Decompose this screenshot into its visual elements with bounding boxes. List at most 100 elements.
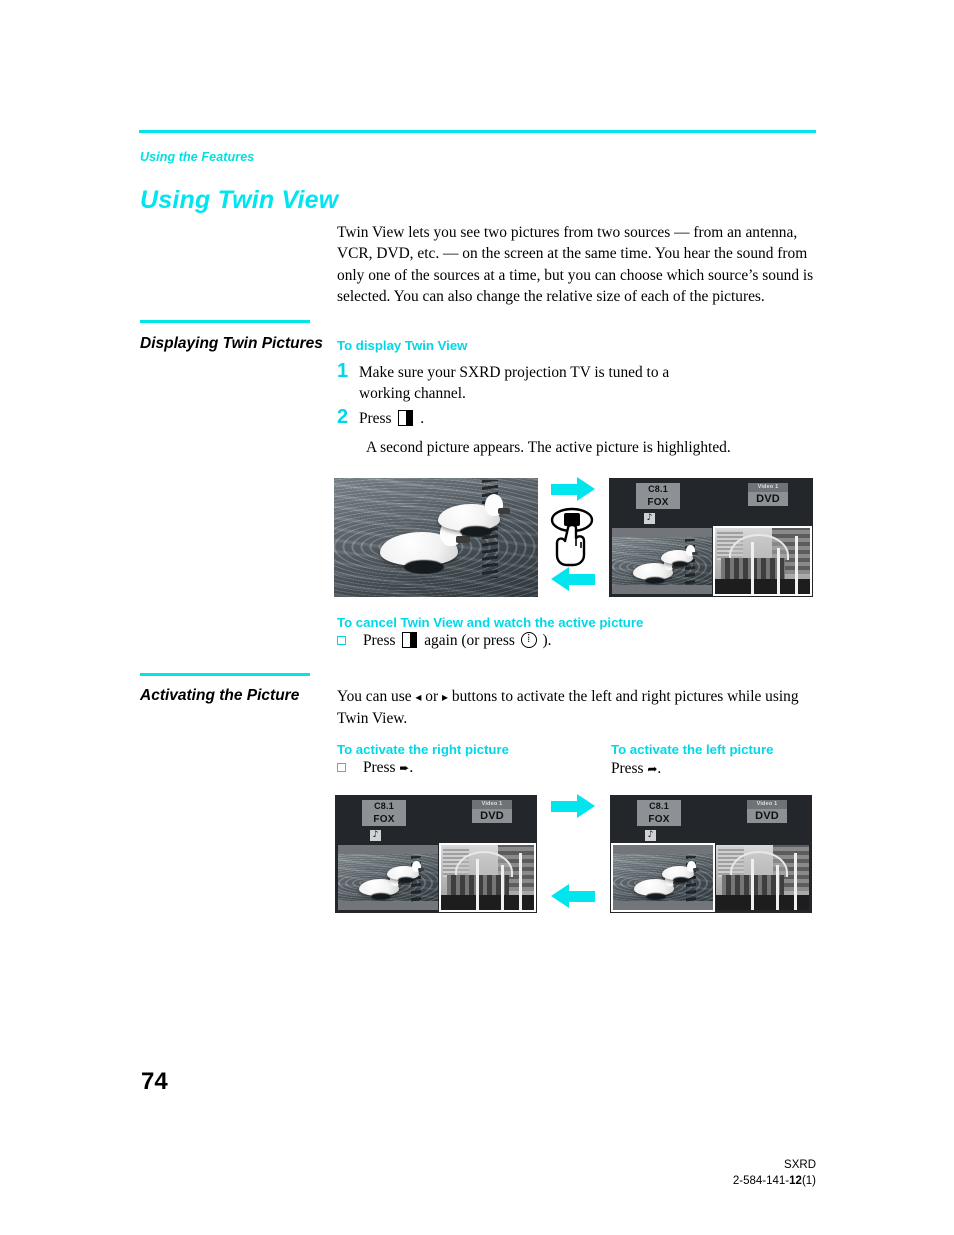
duck-back	[438, 494, 510, 537]
right-arrow-button-icon: ➨	[399, 761, 410, 775]
page-number: 74	[141, 1068, 168, 1095]
step-2-result-text: A second picture appears. The active pic…	[366, 439, 731, 456]
step-2-text-before: Press	[359, 410, 392, 427]
running-head: Using the Features	[140, 150, 255, 164]
tv2b-duck-back	[662, 861, 699, 883]
cancel-text-middle: again (or press	[424, 632, 515, 649]
osd2a-left-channel: C8.1	[362, 800, 406, 813]
tv-pane-right	[713, 526, 812, 596]
osd2a-right-source: DVD	[472, 809, 512, 823]
tv2b-post-2	[776, 865, 779, 910]
osd-left-network: FOX	[636, 496, 680, 509]
tv2a-pane-right	[439, 843, 536, 912]
step-2-number: 2	[337, 406, 349, 428]
footer-brand: SXRD	[784, 1159, 816, 1171]
osd2a-right-input-label: Video 1	[472, 800, 512, 809]
footer-model-info: SXRD 2-584-141-12(1)	[733, 1157, 816, 1189]
tv2a-post-3	[519, 853, 522, 910]
building-post-3	[795, 536, 798, 594]
activate-right-before: Press	[363, 759, 396, 776]
left-arrow-glyph: ◂	[415, 690, 422, 704]
step-2-text-after: .	[420, 410, 425, 427]
osd-left-audio-note-icon: ♪	[644, 513, 655, 524]
activating-intro-or: or	[425, 688, 439, 705]
tv2a-pane-left	[338, 845, 438, 910]
tv2b-duck-front	[634, 873, 680, 900]
tv-pane-left	[612, 528, 712, 594]
tv2a-duck-back	[387, 861, 424, 883]
twin-view-button-icon	[398, 410, 414, 426]
duck-front-shadow	[404, 560, 444, 574]
activate-right-text: Press ➨.	[363, 757, 413, 779]
osd-right-source: DVD	[748, 492, 788, 506]
footer-model-suffix: (1)	[801, 1175, 816, 1187]
tv2b-bottombar	[613, 901, 713, 910]
tv-screen-right-active: C8.1 FOX ♪ Video 1 DVD	[335, 795, 537, 913]
twin-view-button-icon-2	[402, 632, 418, 648]
page-title: Using Twin View	[140, 186, 339, 214]
tv2a-bottombar	[338, 901, 438, 910]
step-1-number: 1	[337, 360, 349, 382]
activate-left-after: .	[657, 760, 662, 777]
bullet-cancel-twin-view: Press again (or press ).	[337, 630, 787, 651]
osd2b-left-network: FOX	[637, 813, 681, 826]
duck-front-bill	[456, 536, 470, 543]
osd2b-right-source: DVD	[747, 809, 787, 823]
subhead-cancel-twin-view: To cancel Twin View and watch the active…	[337, 615, 644, 630]
duck-back-bill	[498, 508, 510, 514]
tv-screen-twin-view: C8.1 FOX ♪ Video 1 DVD	[609, 478, 813, 597]
osd-right-input-label: Video 1	[748, 483, 788, 492]
tv-pane-left-duck-front	[633, 557, 679, 584]
step-1-text: Make sure your SXRD projection TV is tun…	[359, 364, 670, 402]
tv2a-duck-front	[359, 873, 405, 900]
arrow-left-icon	[551, 567, 595, 591]
section-heading-displaying: Displaying Twin Pictures	[140, 335, 323, 352]
osd2b-left-channel: C8.1	[637, 800, 681, 813]
cancel-text-after: ).	[542, 632, 552, 649]
section-heading-activating: Activating the Picture	[140, 687, 300, 704]
subhead-activate-left-picture: To activate the left picture	[611, 742, 774, 757]
activate-left-before: Press	[611, 760, 644, 777]
right-arrow-glyph: ▸	[441, 690, 449, 704]
tv-pane-left-bottombar	[612, 585, 712, 594]
tv2b-post-1	[751, 859, 754, 910]
osd2a-left-network: FOX	[362, 813, 406, 826]
activating-intro-paragraph: You can use ◂ or ▸ buttons to activate t…	[337, 686, 819, 729]
osd2a-left-audio-note-icon: ♪	[370, 830, 381, 841]
section-rule-activating	[140, 673, 310, 676]
jump-button-icon	[520, 630, 537, 648]
cancel-text-before: Press	[363, 632, 396, 649]
tv2a-post-2	[501, 865, 504, 910]
arrow-left-icon-2	[551, 884, 595, 908]
tv-screen-left-active: C8.1 FOX ♪ Video 1 DVD	[610, 795, 812, 913]
step-2-text: Press .	[359, 408, 424, 429]
duck-back-shadow	[460, 526, 492, 537]
footer-model-number: 2-584-141-12(1)	[733, 1173, 816, 1189]
activating-intro-before: You can use	[337, 688, 412, 705]
subhead-to-display-twin-view: To display Twin View	[337, 338, 468, 353]
tv-pane-left-duck-back	[661, 545, 698, 567]
step-2: 2 Press .	[337, 406, 757, 429]
photo-single-picture	[334, 478, 538, 597]
tv2b-pane-right	[716, 845, 809, 910]
footer-model-prefix: 2-584-141-	[732, 1175, 790, 1187]
arrow-right-icon	[551, 477, 595, 501]
osd2b-right-input-label: Video 1	[747, 800, 787, 809]
activate-right-after: .	[409, 759, 414, 776]
tv2a-topbar	[338, 845, 438, 854]
tv2b-topbar	[613, 845, 713, 854]
manual-page: Using the Features Using Twin View Twin …	[0, 0, 954, 1235]
bullet-cancel-text: Press again (or press ).	[363, 630, 552, 651]
tv-pane-left-topbar	[612, 528, 712, 537]
tv2a-post-1	[476, 859, 479, 910]
osd-left-channel: C8.1	[636, 483, 680, 496]
subhead-activate-right-picture: To activate the right picture	[337, 742, 509, 757]
building-post-2	[777, 548, 780, 594]
intro-paragraph: Twin View lets you see two pictures from…	[337, 224, 814, 305]
building-post-1	[751, 542, 754, 594]
tv2b-post-3	[794, 853, 797, 910]
bullet-square-icon-2	[337, 763, 346, 772]
footer-model-bold: 12	[789, 1175, 802, 1187]
osd2b-left-audio-note-icon: ♪	[645, 830, 656, 841]
header-rule	[139, 130, 816, 133]
